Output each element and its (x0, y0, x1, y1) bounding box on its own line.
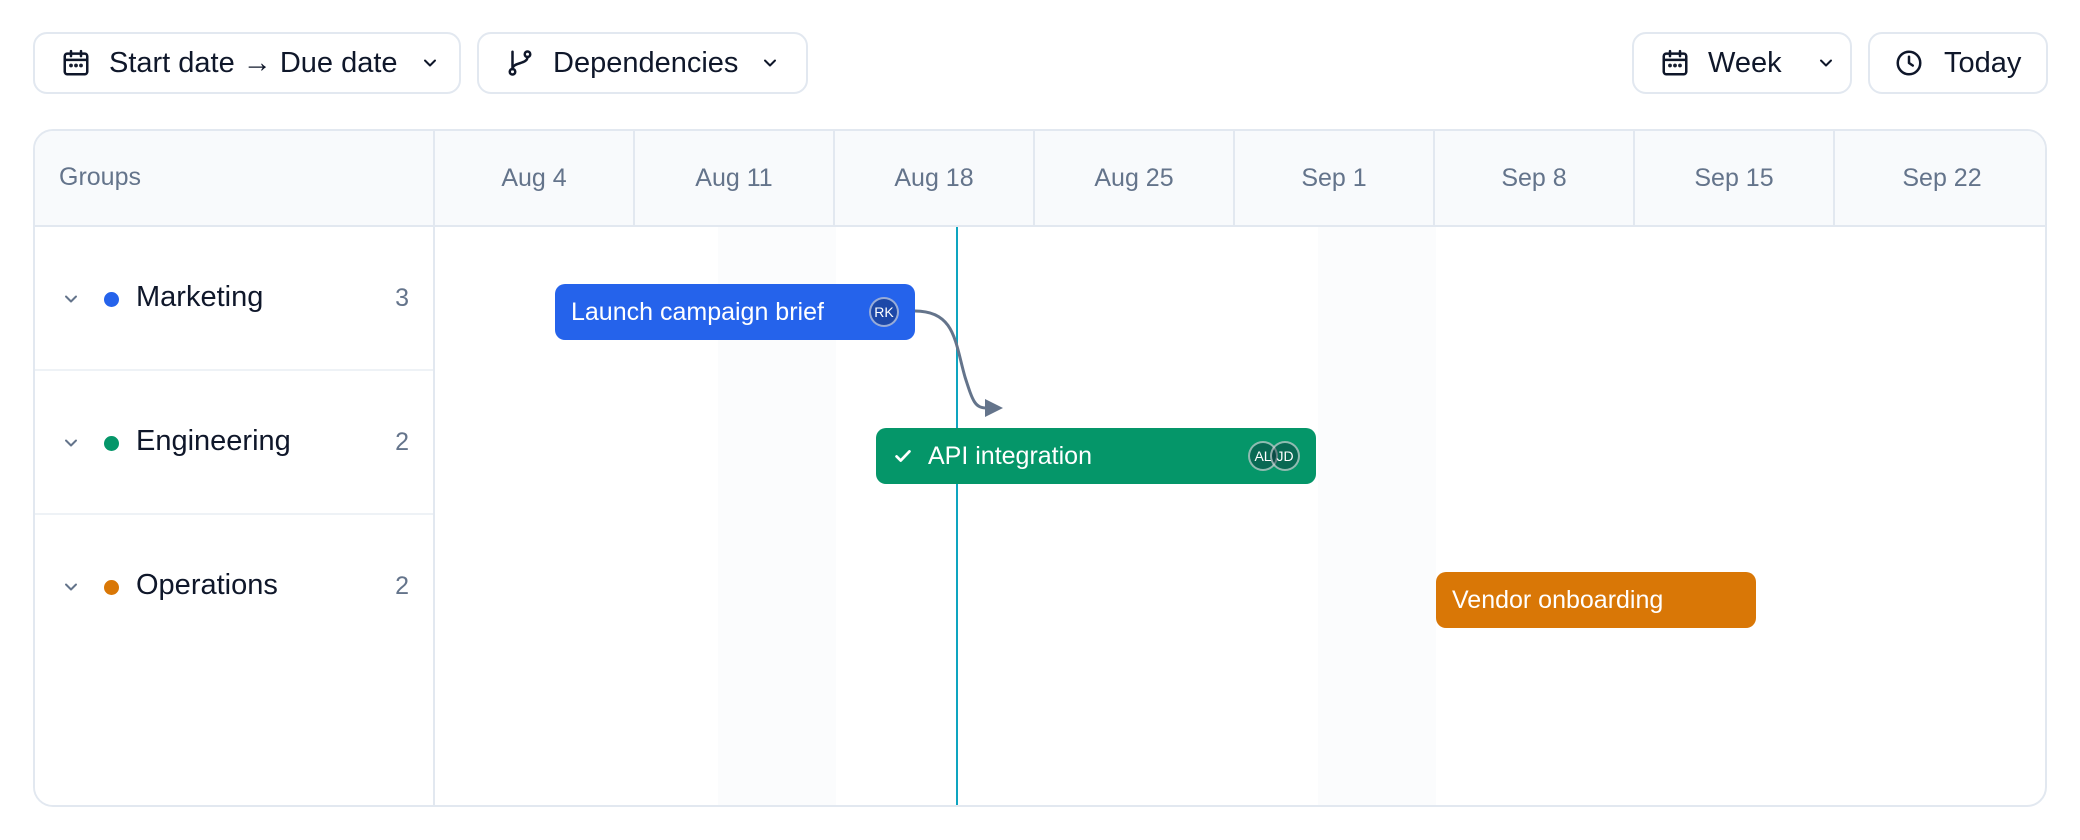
chevron-down-icon[interactable] (61, 433, 81, 453)
today-label: Today (1944, 46, 2022, 79)
dependencies-label: Dependencies (553, 46, 739, 79)
week-column-header: Aug 25 (1035, 131, 1235, 225)
chevron-down-icon[interactable] (61, 289, 81, 309)
date-range-label: Start date → Due date (109, 46, 398, 79)
group-color-dot (104, 436, 119, 451)
toolbar: Start date → Due date Dependencies Week … (0, 0, 2080, 120)
groups-header: Groups (35, 131, 435, 227)
group-count: 3 (395, 284, 409, 312)
git-branch-icon (505, 48, 535, 78)
week-column-header: Sep 8 (1435, 131, 1635, 225)
zoom-label: Week (1708, 46, 1782, 79)
chevron-down-icon[interactable] (61, 577, 81, 597)
check-icon (892, 445, 914, 467)
task-label: API integration (928, 441, 1092, 470)
today-button[interactable]: Today (1868, 32, 2048, 94)
week-column-header: Aug 4 (435, 131, 635, 225)
group-name: Engineering (136, 425, 291, 457)
clock-icon (1894, 48, 1924, 78)
groups-header-label: Groups (59, 163, 141, 191)
avatar[interactable]: RK (869, 297, 899, 327)
group-row-engineering[interactable]: Engineering 2 (35, 371, 433, 515)
gantt-chart: Groups Aug 4 Aug 11 Aug 18 Aug 25 Sep 1 … (33, 129, 2047, 807)
week-column-header: Aug 11 (635, 131, 835, 225)
group-count: 2 (395, 428, 409, 456)
group-color-dot (104, 292, 119, 307)
group-color-dot (104, 580, 119, 595)
task-label: Launch campaign brief (571, 297, 824, 326)
week-column-header: Sep 22 (1902, 163, 1982, 192)
group-row-operations[interactable]: Operations 2 (35, 515, 433, 659)
zoom-select[interactable]: Week (1632, 32, 1852, 94)
avatar[interactable]: JD (1270, 441, 1300, 471)
group-row-marketing[interactable]: Marketing 3 (35, 227, 433, 371)
task-bar-vendor-onboarding[interactable]: Vendor onboarding (1436, 572, 1756, 628)
chevron-down-icon (420, 53, 440, 73)
group-name: Marketing (136, 281, 264, 313)
dependencies-button[interactable]: Dependencies (477, 32, 808, 94)
timeline-area: Launch campaign brief RK API integration… (435, 227, 2045, 805)
task-label: Vendor onboarding (1452, 585, 1664, 614)
group-count: 2 (395, 572, 409, 600)
week-header: Aug 4 Aug 11 Aug 18 Aug 25 Sep 1 Sep 8 S… (435, 131, 2045, 227)
assignee-avatars: AL JD (1248, 441, 1300, 471)
calendar-icon (1660, 48, 1690, 78)
week-column-header: Sep 15 (1635, 131, 1835, 225)
chevron-down-icon (1816, 53, 1836, 73)
assignee-avatars: RK (869, 297, 899, 327)
today-line (956, 227, 958, 805)
weekend-shading (1318, 227, 1436, 805)
groups-sidebar: Marketing 3 Engineering 2 Operations 2 (35, 227, 435, 805)
date-range-button[interactable]: Start date → Due date (33, 32, 461, 94)
chevron-down-icon (760, 53, 780, 73)
group-name: Operations (136, 569, 278, 601)
week-column-header: Aug 18 (835, 131, 1035, 225)
task-bar-api-integration[interactable]: API integration AL JD (876, 428, 1316, 484)
task-bar-launch-campaign-brief[interactable]: Launch campaign brief RK (555, 284, 915, 340)
week-column-header: Sep 1 (1235, 131, 1435, 225)
calendar-icon (61, 48, 91, 78)
